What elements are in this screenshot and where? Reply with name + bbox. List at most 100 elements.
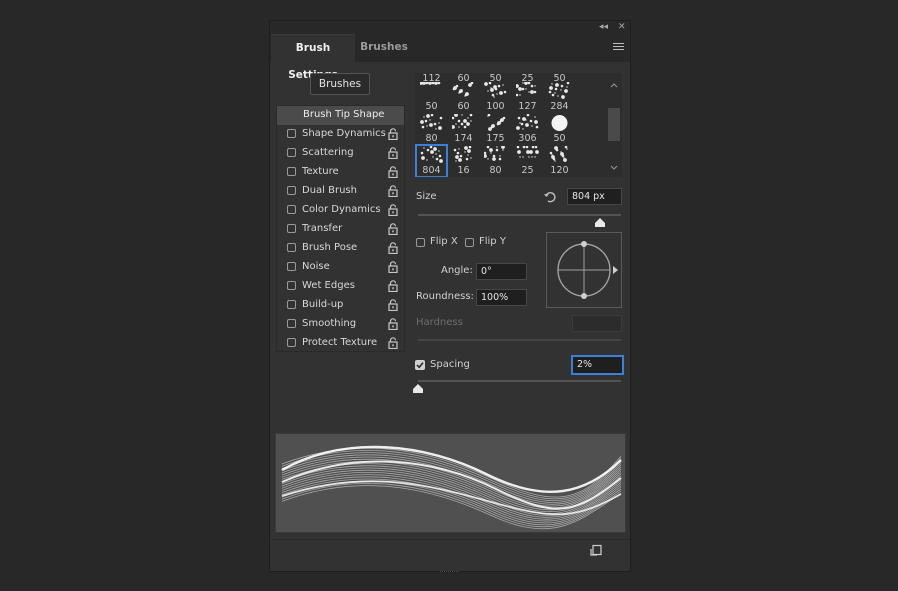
spacing-label: Spacing (430, 359, 470, 370)
lock-icon[interactable] (388, 147, 398, 160)
option-checkbox[interactable] (287, 186, 296, 195)
brush-tip-thumbnail (452, 145, 475, 164)
brush-tip-cell[interactable]: 50 (544, 113, 575, 145)
reset-size-icon[interactable] (543, 190, 557, 204)
brush-option-row[interactable]: Wet Edges (277, 277, 404, 296)
brush-option-row[interactable]: Brush Tip Shape (277, 106, 404, 125)
brush-tip-cell[interactable]: 80 (480, 145, 511, 177)
brush-tip-size: 50 (553, 133, 566, 144)
option-checkbox[interactable] (287, 148, 296, 157)
scroll-down-icon[interactable] (610, 165, 618, 170)
option-checkbox[interactable] (287, 224, 296, 233)
size-input[interactable]: 804 px (567, 188, 622, 205)
brush-tip-cell[interactable]: 100 (480, 81, 511, 113)
option-label: Dual Brush (302, 185, 357, 196)
roundness-input[interactable]: 100% (476, 289, 527, 306)
brush-tip-cell[interactable]: 120 (544, 145, 575, 177)
brush-option-row[interactable]: Protect Texture (277, 334, 404, 353)
brush-option-row[interactable]: Noise (277, 258, 404, 277)
option-checkbox[interactable] (287, 262, 296, 271)
lock-icon[interactable] (388, 318, 398, 331)
lock-icon[interactable] (388, 261, 398, 274)
option-checkbox[interactable] (287, 300, 296, 309)
brush-option-row[interactable]: Transfer (277, 220, 404, 239)
option-label: Brush Tip Shape (303, 109, 385, 120)
brush-option-row[interactable]: Scattering (277, 144, 404, 163)
tab-brushes[interactable]: Brushes (356, 34, 412, 62)
brush-tip-cell[interactable]: 16 (448, 145, 479, 177)
brush-option-row[interactable]: Color Dynamics (277, 201, 404, 220)
option-checkbox[interactable] (287, 281, 296, 290)
hardness-label: Hardness (416, 317, 463, 328)
lock-icon[interactable] (388, 223, 398, 236)
lock-icon[interactable] (388, 166, 398, 179)
brush-tip-cell[interactable]: 50 (416, 81, 447, 113)
size-slider-handle[interactable] (594, 218, 606, 228)
brush-tip-cell[interactable]: 25 (512, 145, 543, 177)
option-label: Wet Edges (302, 280, 355, 291)
brush-option-row[interactable]: Build-up (277, 296, 404, 315)
brush-tip-grid[interactable]: 112 60 50 25 50 50 60 100 127 284 80 174 175 306 50 804… (415, 73, 606, 177)
lock-icon[interactable] (388, 280, 398, 293)
brush-tip-size: 25 (521, 165, 534, 176)
new-brush-icon[interactable] (590, 544, 602, 556)
brush-tip-cell[interactable]: 804 (415, 144, 448, 177)
size-label: Size (416, 191, 437, 202)
brush-tip-size: 175 (486, 133, 505, 144)
option-checkbox[interactable] (287, 167, 296, 176)
brush-tip-scroll-thumb[interactable] (608, 108, 620, 141)
brush-option-row[interactable]: Brush Pose (277, 239, 404, 258)
close-panel-icon[interactable]: ✕ (618, 21, 626, 34)
lock-icon[interactable] (388, 204, 398, 217)
brushes-button[interactable]: Brushes (310, 73, 370, 95)
brush-option-row[interactable]: Smoothing (277, 315, 404, 334)
option-checkbox[interactable] (287, 129, 296, 138)
brush-option-row[interactable]: Texture (277, 163, 404, 182)
lock-icon[interactable] (388, 337, 398, 350)
tab-brush-settings[interactable]: Brush Settings (271, 34, 355, 81)
brush-tip-cell[interactable]: 127 (512, 81, 543, 113)
brush-tip-thumbnail (548, 145, 571, 164)
brush-tip-cell[interactable]: 284 (544, 81, 575, 113)
brush-tip-size: 80 (489, 165, 502, 176)
spacing-slider-handle[interactable] (412, 384, 424, 394)
option-label: Shape Dynamics (302, 128, 386, 139)
brush-tip-size: 306 (518, 133, 537, 144)
brush-tip-size: 174 (454, 133, 473, 144)
brush-tip-cell[interactable]: 80 (416, 113, 447, 145)
panel-title-strip[interactable] (270, 21, 630, 34)
brush-tip-cell[interactable]: 174 (448, 113, 479, 145)
brush-options-list: Brush Tip Shape Shape Dynamics Scattering T… (276, 105, 405, 352)
brush-tip-cell[interactable]: 175 (480, 113, 511, 145)
lock-icon[interactable] (388, 185, 398, 198)
brush-stroke-preview (275, 433, 626, 533)
scroll-up-icon[interactable] (610, 83, 618, 88)
option-checkbox[interactable] (287, 243, 296, 252)
option-checkbox[interactable] (287, 338, 296, 347)
option-checkbox[interactable] (287, 205, 296, 214)
spacing-slider-track[interactable] (418, 380, 621, 382)
option-checkbox[interactable] (287, 319, 296, 328)
panel-menu-icon[interactable] (613, 43, 624, 52)
brush-tip-size: 100 (486, 101, 505, 112)
lock-icon[interactable] (388, 242, 398, 255)
spacing-input[interactable]: 2% (571, 355, 624, 375)
angle-roundness-widget[interactable] (546, 232, 622, 308)
angle-input[interactable]: 0° (476, 263, 527, 280)
lock-icon[interactable] (388, 128, 398, 141)
flip-x-checkbox[interactable] (416, 238, 425, 247)
size-slider-track[interactable] (418, 214, 621, 216)
brush-tip-size: 804 (422, 165, 441, 176)
flip-y-checkbox[interactable] (465, 238, 474, 247)
lock-icon[interactable] (388, 299, 398, 312)
brush-option-row[interactable]: Dual Brush (277, 182, 404, 201)
brush-tip-size: 284 (550, 101, 569, 112)
brush-option-row[interactable]: Shape Dynamics (277, 125, 404, 144)
brush-tip-cell[interactable]: 60 (448, 81, 479, 113)
spacing-checkbox[interactable] (415, 360, 425, 370)
collapse-panel-icon[interactable]: ◂◂ (599, 21, 608, 34)
brush-tip-cell[interactable]: 306 (512, 113, 543, 145)
brush-tip-thumbnail (420, 113, 443, 132)
panel-resize-grip[interactable] (440, 565, 460, 572)
brush-tip-thumbnail (515, 81, 539, 100)
